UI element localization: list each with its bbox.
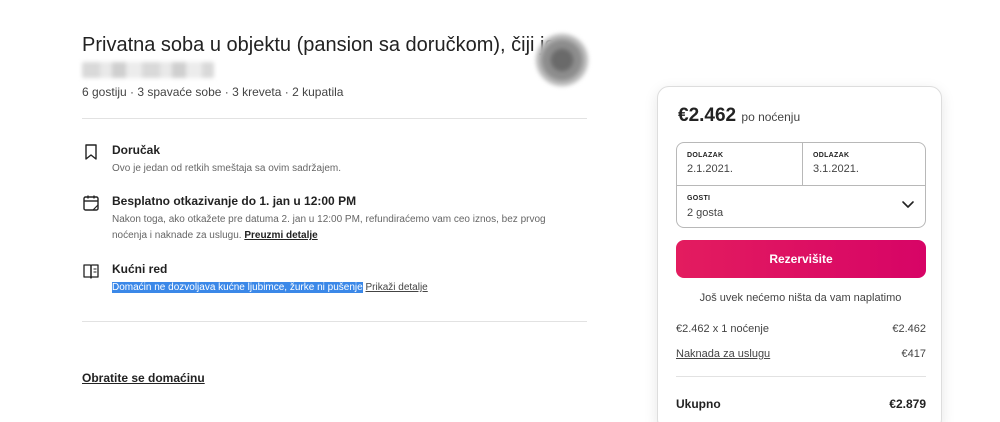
divider (676, 376, 926, 377)
cancellation-text: Nakon toga, ako otkažete pre datuma 2. j… (112, 214, 546, 241)
guests-label: GOSTI (687, 195, 711, 202)
host-name-blurred (82, 62, 214, 78)
feature-description: Nakon toga, ako otkažete pre datuma 2. j… (112, 212, 582, 244)
service-fee-value: €417 (901, 348, 926, 360)
download-details-link[interactable]: Preuzmi detalje (244, 230, 317, 241)
calendar-icon (83, 195, 99, 211)
checkin-value: 2.1.2021. (687, 163, 733, 175)
feature-description: Domaćin ne dozvoljava kućne ljubimce, žu… (112, 280, 582, 296)
divider (82, 118, 587, 119)
booking-inputs: DOLAZAK 2.1.2021. ODLAZAK 3.1.2021. GOST… (676, 142, 926, 228)
host-avatar[interactable] (536, 34, 588, 86)
feature-description: Ovo je jedan od retkih smeštaja sa ovim … (112, 163, 341, 174)
checkout-label: ODLAZAK (813, 152, 850, 159)
listing-title: Privatna soba u objektu (pansion sa doru… (82, 34, 556, 56)
total-value: €2.879 (889, 397, 926, 411)
checkout-value: 3.1.2021. (813, 163, 859, 175)
feature-title: Kućni red (112, 262, 168, 276)
chevron-down-icon[interactable] (901, 197, 915, 211)
total-row: Ukupno €2.879 (676, 397, 926, 411)
guests-value: 2 gosta (687, 207, 724, 219)
bookmark-icon (85, 144, 97, 160)
no-charge-note: Još uvek nećemo ništa da vam naplatimo (699, 292, 902, 304)
reserve-button[interactable]: Rezervišite (676, 240, 926, 278)
booking-card: €2.462 po noćenju DOLAZAK 2.1.2021. ODLA… (657, 86, 942, 422)
service-fee-link[interactable]: Naknada za uslugu (676, 348, 770, 360)
feature-breakfast: Doručak Ovo je jedan od retkih smeštaja … (82, 143, 602, 179)
price-breakdown-row: €2.462 x 1 noćenje €2.462 (676, 323, 926, 335)
feature-title: Doručak (112, 143, 161, 157)
guests-select[interactable]: GOSTI 2 gosta (677, 186, 927, 229)
feature-title: Besplatno otkazivanje do 1. jan u 12:00 … (112, 194, 357, 208)
nightly-price: €2.462 po noćenju (678, 105, 800, 127)
nights-label: €2.462 x 1 noćenje (676, 323, 769, 335)
contact-host-link[interactable]: Obratite se domaćinu (82, 371, 205, 385)
service-fee-row: Naknada za uslugu €417 (676, 348, 926, 360)
total-label: Ukupno (676, 397, 721, 411)
listing-details: 6 gostiju · 3 spavaće sobe · 3 kreveta ·… (82, 85, 344, 99)
divider (82, 321, 587, 322)
checkin-label: DOLAZAK (687, 152, 724, 159)
show-details-link[interactable]: Prikaži detalje (365, 282, 427, 293)
per-night-label: po noćenju (741, 110, 801, 124)
nights-value: €2.462 (892, 323, 926, 335)
checkout-field[interactable]: ODLAZAK 3.1.2021. (803, 143, 927, 185)
feature-house-rules: Kućni red Domaćin ne dozvoljava kućne lj… (82, 262, 602, 298)
house-rules-selected-text[interactable]: Domaćin ne dozvoljava kućne ljubimce, žu… (112, 282, 363, 293)
price-value: €2.462 (678, 105, 737, 126)
book-icon (83, 264, 99, 279)
checkin-field[interactable]: DOLAZAK 2.1.2021. (677, 143, 802, 185)
feature-cancellation: Besplatno otkazivanje do 1. jan u 12:00 … (82, 194, 602, 246)
